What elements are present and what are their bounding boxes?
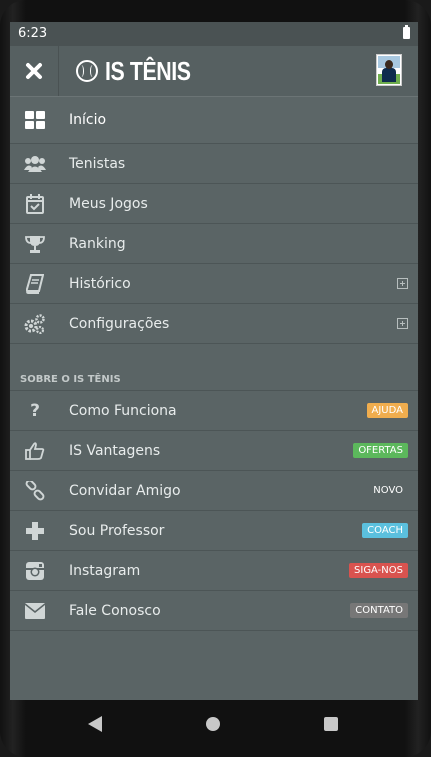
cogs-icon [24,313,46,335]
menu-item-instagram[interactable]: Instagram SIGA-NOS [10,551,418,591]
calendar-check-icon [24,193,46,215]
menu-item-meus-jogos[interactable]: Meus Jogos [10,184,418,224]
menu-item-tenistas[interactable]: Tenistas [10,144,418,184]
badge-ajuda: AJUDA [366,403,408,418]
dashboard-icon [24,109,46,131]
menu-item-ranking[interactable]: Ranking [10,224,418,264]
status-time: 6:23 [18,26,48,41]
menu-item-fale-conosco[interactable]: Fale Conosco CONTATO [10,591,418,631]
drawer-menu: Início Tenistas Meus Jogos Ranking Histó… [10,97,418,631]
menu-item-convidar-amigo[interactable]: Convidar Amigo NOVO [10,471,418,511]
menu-item-historico[interactable]: Histórico [10,264,418,304]
menu-item-label: Início [69,112,107,128]
badge-novo: NOVO [373,485,403,496]
badge-siga-nos: SIGA-NOS [349,563,408,578]
question-icon: ? [30,400,40,421]
close-button[interactable] [10,46,59,96]
link-icon [24,480,46,502]
menu-item-label: Instagram [69,562,141,579]
menu-item-sou-professor[interactable]: Sou Professor COACH [10,511,418,551]
user-avatar[interactable] [376,54,402,86]
navigation-drawer: 6:23 IS TÊNIS Início Tenistas Meus Jogos… [10,22,418,700]
menu-item-label: IS Vantagens [69,442,161,459]
recents-button[interactable] [324,717,338,731]
section-header: SOBRE O IS TÊNIS [10,344,418,391]
menu-item-como-funciona[interactable]: ? Como Funciona AJUDA [10,391,418,431]
menu-item-label: Ranking [69,235,126,252]
menu-item-label: Tenistas [69,155,126,172]
menu-item-label: Sou Professor [69,522,165,539]
users-icon [24,153,46,175]
tennis-ball-icon [76,60,98,82]
menu-item-is-vantagens[interactable]: IS Vantagens OFERTAS [10,431,418,471]
book-icon [24,273,46,295]
drawer-header: IS TÊNIS [10,46,418,97]
badge-contato: CONTATO [350,603,408,618]
expand-icon[interactable] [397,318,408,329]
badge-coach: COACH [362,523,408,538]
plus-icon [24,520,46,542]
envelope-icon [24,600,46,622]
menu-item-label: Como Funciona [69,402,177,419]
android-navigation-bar [0,700,431,757]
expand-icon[interactable] [397,278,408,289]
menu-item-label: Configurações [69,315,170,332]
back-button[interactable] [88,716,102,732]
section-title: SOBRE O IS TÊNIS [20,374,121,385]
app-title: IS TÊNIS [105,55,191,86]
instagram-icon [24,560,46,582]
app-logo[interactable]: IS TÊNIS [76,56,209,86]
menu-item-label: Meus Jogos [69,195,148,212]
battery-icon [403,25,410,39]
home-button[interactable] [206,717,220,731]
menu-item-label: Convidar Amigo [69,482,181,499]
status-bar: 6:23 [10,22,418,46]
menu-item-configuracoes[interactable]: Configurações [10,304,418,344]
menu-item-inicio[interactable]: Início [10,97,418,144]
trophy-icon [24,233,46,255]
menu-item-label: Fale Conosco [69,602,161,619]
menu-item-label: Histórico [69,275,131,292]
thumbs-up-icon [24,440,46,462]
badge-ofertas: OFERTAS [353,443,408,458]
close-icon [26,63,42,79]
